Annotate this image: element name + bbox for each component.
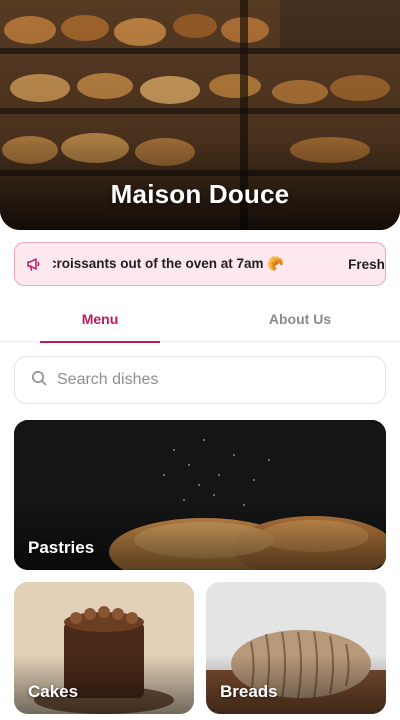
category-label: Breads (220, 682, 278, 701)
search-input[interactable] (57, 371, 357, 389)
category-card-breads[interactable]: Breads (206, 582, 386, 714)
tab-menu[interactable]: Menu (0, 296, 200, 343)
category-card-cakes[interactable]: Cakes (14, 582, 194, 714)
restaurant-name: Maison Douce (110, 179, 290, 209)
hero-banner: Maison Douce (0, 0, 400, 230)
announcement-banner[interactable]: croissants out of the oven at 7am 🥐 Fres… (14, 242, 386, 286)
tab-about-us[interactable]: About Us (200, 296, 400, 342)
megaphone-icon (15, 243, 53, 285)
search-bar[interactable] (14, 356, 386, 404)
announcement-text: croissants out of the oven at 7am 🥐 (53, 256, 285, 271)
announcement-marquee: croissants out of the oven at 7am 🥐 Fres… (53, 243, 385, 285)
category-label: Pastries (28, 538, 95, 557)
tab-bar: Menu About Us (0, 296, 400, 343)
search-icon (31, 370, 47, 391)
announcement-next-text: Fresh (348, 256, 385, 272)
category-card-pastries[interactable]: Pastries (14, 420, 386, 570)
app-screen: Maison Douce croissants out of the oven … (0, 0, 400, 720)
category-label: Cakes (28, 682, 79, 701)
